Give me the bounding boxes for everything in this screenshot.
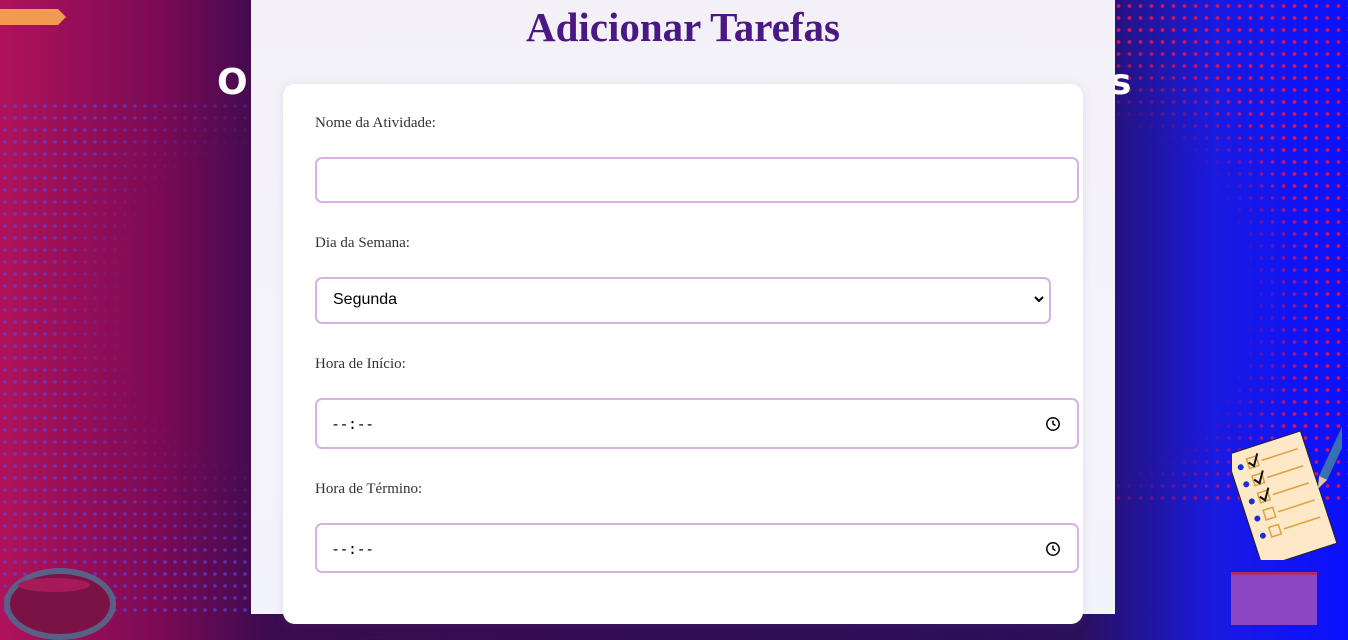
end-time-label: Hora de Término: <box>315 481 423 497</box>
end-time-value: --:-- <box>331 540 374 558</box>
weekday-selected-value: Segunda <box>333 291 398 308</box>
start-time-input[interactable]: --:-- <box>315 398 1079 449</box>
task-form-card: Nome da Atividade: Dia da Semana: Segund… <box>283 84 1083 624</box>
weekday-select[interactable]: Segunda <box>315 277 1051 324</box>
clock-icon[interactable] <box>1045 541 1061 557</box>
decorative-orange-tag <box>0 9 66 25</box>
background-dot-pattern-left <box>0 100 250 614</box>
start-time-label: Hora de Início: <box>315 356 406 372</box>
decorative-cup-inner <box>18 578 90 592</box>
activity-name-input[interactable] <box>315 157 1079 203</box>
checklist-illustration <box>1232 426 1342 560</box>
clock-icon[interactable] <box>1045 416 1061 432</box>
folder-illustration <box>1231 572 1317 625</box>
chevron-down-icon <box>1034 296 1044 303</box>
activity-name-label: Nome da Atividade: <box>315 115 436 131</box>
background-heading-left: O <box>217 62 248 103</box>
page-title: Adicionar Tarefas <box>525 4 840 50</box>
end-time-input[interactable]: --:-- <box>315 523 1079 573</box>
main-panel: Adicionar Tarefas Nome da Atividade: Dia… <box>251 0 1115 624</box>
weekday-label: Dia da Semana: <box>315 235 410 251</box>
start-time-value: --:-- <box>331 415 374 433</box>
